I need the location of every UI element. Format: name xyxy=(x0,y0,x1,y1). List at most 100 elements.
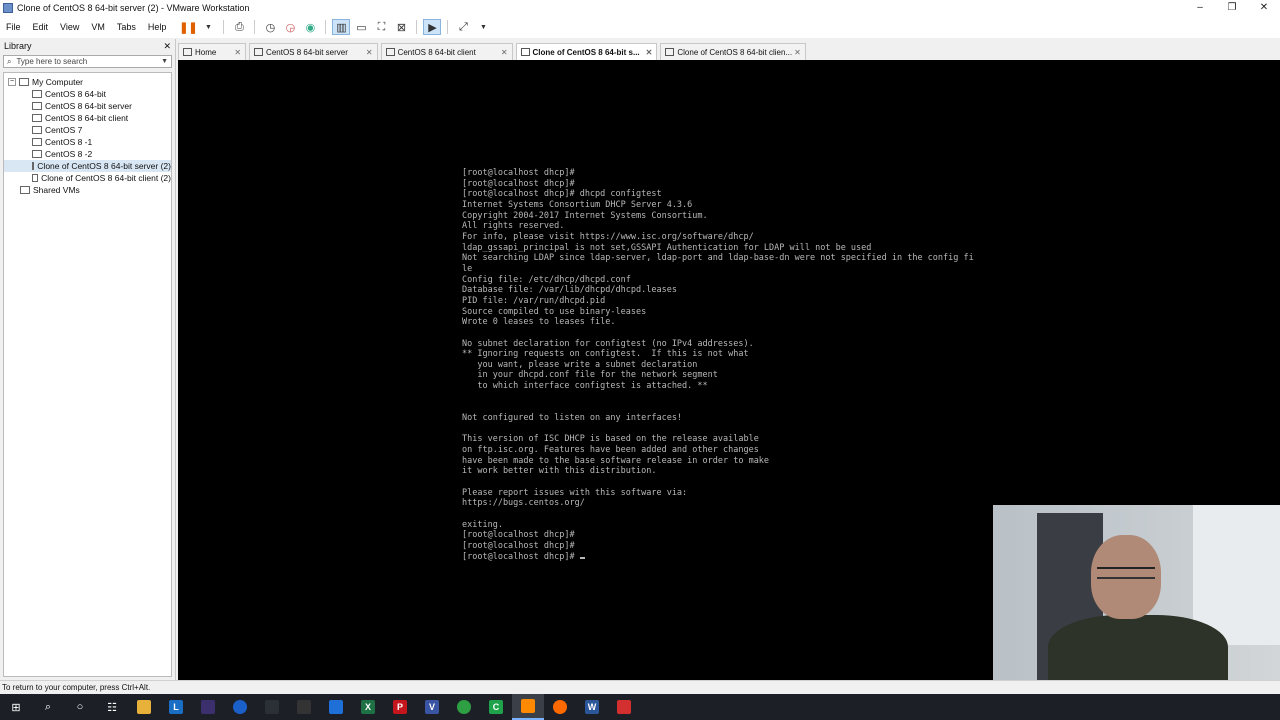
tree-item-vm[interactable]: CentOS 8 64-bit client xyxy=(4,112,171,124)
webex-icon[interactable] xyxy=(224,694,256,720)
vmware-icon[interactable] xyxy=(512,694,544,720)
tree-item-vm[interactable]: CentOS 7 xyxy=(4,124,171,136)
terminal-line: [root@localhost dhcp]# xyxy=(462,552,974,563)
menu-edit[interactable]: Edit xyxy=(27,22,55,32)
computer-icon xyxy=(19,78,29,86)
maximize-button[interactable]: ❐ xyxy=(1216,0,1248,16)
windows-start-icon[interactable]: ⊞ xyxy=(0,694,32,720)
tab-vm[interactable]: CentOS 8 64-bit server ✕ xyxy=(249,43,378,60)
tab-close-icon[interactable]: ✕ xyxy=(234,48,241,57)
webcam-person-body xyxy=(1048,615,1228,681)
tree-item-my-computer[interactable]: − My Computer xyxy=(4,76,171,88)
terminal-line: [root@localhost dhcp]# xyxy=(462,540,575,551)
terminal-line: in your dhcpd.conf file for the network … xyxy=(462,370,718,381)
terminal-line: Please report issues with this software … xyxy=(462,487,688,498)
close-button[interactable]: ✕ xyxy=(1248,0,1280,16)
tab-close-icon[interactable]: ✕ xyxy=(366,48,373,57)
library-close-button[interactable]: ✕ xyxy=(163,41,171,52)
terminal-line: https://bugs.centos.org/ xyxy=(462,498,585,509)
app-icon[interactable] xyxy=(192,694,224,720)
collapse-icon[interactable]: − xyxy=(8,78,16,86)
terminal-line: have been made to the base software rele… xyxy=(462,455,770,466)
camtasia-icon[interactable]: C xyxy=(480,694,512,720)
terminal-line: All rights reserved. xyxy=(462,221,565,232)
libreoffice-icon[interactable]: L xyxy=(160,694,192,720)
tree-item-shared-vms[interactable]: Shared VMs xyxy=(4,184,171,196)
toolbar-divider xyxy=(416,20,418,34)
terminal-line: ** Ignoring requests on configtest. If t… xyxy=(462,349,749,360)
vm-icon xyxy=(385,48,395,56)
thumbnail-bar-icon[interactable]: ▭ xyxy=(352,19,370,35)
vm-icon xyxy=(32,126,42,134)
vm-icon xyxy=(32,102,42,110)
terminal-line: Wrote 0 leases to leases file. xyxy=(462,317,616,328)
terminal-icon[interactable] xyxy=(288,694,320,720)
search-icon[interactable]: ⌕ xyxy=(32,694,64,720)
tab-close-icon[interactable]: ✕ xyxy=(794,48,801,57)
tree-item-vm[interactable]: CentOS 8 64-bit server xyxy=(4,100,171,112)
vm-icon xyxy=(32,114,42,122)
console-view-icon[interactable]: ▶ xyxy=(423,19,442,35)
file-explorer-icon[interactable] xyxy=(128,694,160,720)
chevron-down-icon[interactable]: ▼ xyxy=(161,58,168,65)
tree-item-vm-selected[interactable]: Clone of CentOS 8 64-bit server (2) xyxy=(4,160,171,172)
tab-vm[interactable]: CentOS 8 64-bit client ✕ xyxy=(380,43,513,60)
tab-vm[interactable]: Clone of CentOS 8 64-bit clien... ✕ xyxy=(660,43,806,60)
chrome-icon[interactable] xyxy=(448,694,480,720)
network-icon[interactable] xyxy=(320,694,352,720)
firefox-icon[interactable] xyxy=(544,694,576,720)
revert-snapshot-icon[interactable]: ◶ xyxy=(281,19,299,35)
visio-icon[interactable]: V xyxy=(416,694,448,720)
tab-close-icon[interactable]: ✕ xyxy=(646,48,653,57)
terminal-line: exiting. xyxy=(462,519,503,530)
library-tree: − My Computer CentOS 8 64-bit CentOS 8 6… xyxy=(3,72,172,677)
library-panel: Library ✕ ⌕ Type here to search ▼ − My C… xyxy=(0,39,176,680)
vm-tabs: Home ✕ CentOS 8 64-bit server ✕ CentOS 8… xyxy=(178,42,1280,60)
menu-view[interactable]: View xyxy=(54,22,85,32)
send-ctrl-alt-del-icon[interactable]: ⎙ xyxy=(230,19,248,35)
menu-help[interactable]: Help xyxy=(142,22,173,32)
excel-icon[interactable]: X xyxy=(352,694,384,720)
word-icon[interactable]: W xyxy=(576,694,608,720)
tree-item-vm[interactable]: Clone of CentOS 8 64-bit client (2) xyxy=(4,172,171,184)
search-placeholder: Type here to search xyxy=(16,57,88,66)
full-screen-icon[interactable]: ⛶ xyxy=(372,19,390,35)
tree-item-vm[interactable]: CentOS 8 -2 xyxy=(4,148,171,160)
menu-tabs[interactable]: Tabs xyxy=(111,22,142,32)
library-search-input[interactable]: ⌕ Type here to search ▼ xyxy=(3,55,172,68)
minimize-button[interactable]: – xyxy=(1184,0,1216,16)
show-library-icon[interactable]: ▥ xyxy=(332,19,351,35)
snapshot-icon[interactable]: ◷ xyxy=(261,19,279,35)
pdf-icon[interactable]: P xyxy=(384,694,416,720)
tab-label: CentOS 8 64-bit client xyxy=(397,47,476,57)
chevron-down-icon[interactable]: ▼ xyxy=(474,19,492,35)
tab-vm-active[interactable]: Clone of CentOS 8 64-bit s... ✕ xyxy=(515,43,658,60)
terminal-line: [root@localhost dhcp]# dhcpd configtest xyxy=(462,189,662,200)
vm-icon xyxy=(32,90,42,98)
tree-item-vm[interactable]: CentOS 8 -1 xyxy=(4,136,171,148)
menu-file[interactable]: File xyxy=(0,22,27,32)
tab-home[interactable]: Home ✕ xyxy=(178,43,247,60)
chevron-down-icon[interactable]: ▼ xyxy=(199,19,217,35)
terminal-line: This version of ISC DHCP is based on the… xyxy=(462,434,759,445)
unity-icon[interactable]: ⊠ xyxy=(392,19,410,35)
window-titlebar: Clone of CentOS 8 64-bit server (2) - VM… xyxy=(0,0,1280,16)
terminal-line: Not searching LDAP since ldap-server, ld… xyxy=(462,253,974,264)
snapshot-manager-icon[interactable]: ◉ xyxy=(301,19,319,35)
vscode-icon[interactable] xyxy=(256,694,288,720)
task-view-icon[interactable]: ☷ xyxy=(96,694,128,720)
menu-vm[interactable]: VM xyxy=(85,22,111,32)
toolbar-divider xyxy=(223,20,225,34)
cortana-icon[interactable]: ○ xyxy=(64,694,96,720)
terminal-line: No subnet declaration for configtest (no… xyxy=(462,338,754,349)
capture-icon[interactable] xyxy=(608,694,640,720)
tab-close-icon[interactable]: ✕ xyxy=(501,48,508,57)
stretch-guest-icon[interactable]: ⤢ xyxy=(454,19,472,35)
vm-running-icon xyxy=(32,162,35,170)
toolbar-divider xyxy=(254,20,256,34)
vm-icon xyxy=(254,48,264,56)
pause-icon[interactable]: ❚❚ xyxy=(179,19,197,35)
shared-vms-icon xyxy=(20,186,30,194)
tree-item-vm[interactable]: CentOS 8 64-bit xyxy=(4,88,171,100)
